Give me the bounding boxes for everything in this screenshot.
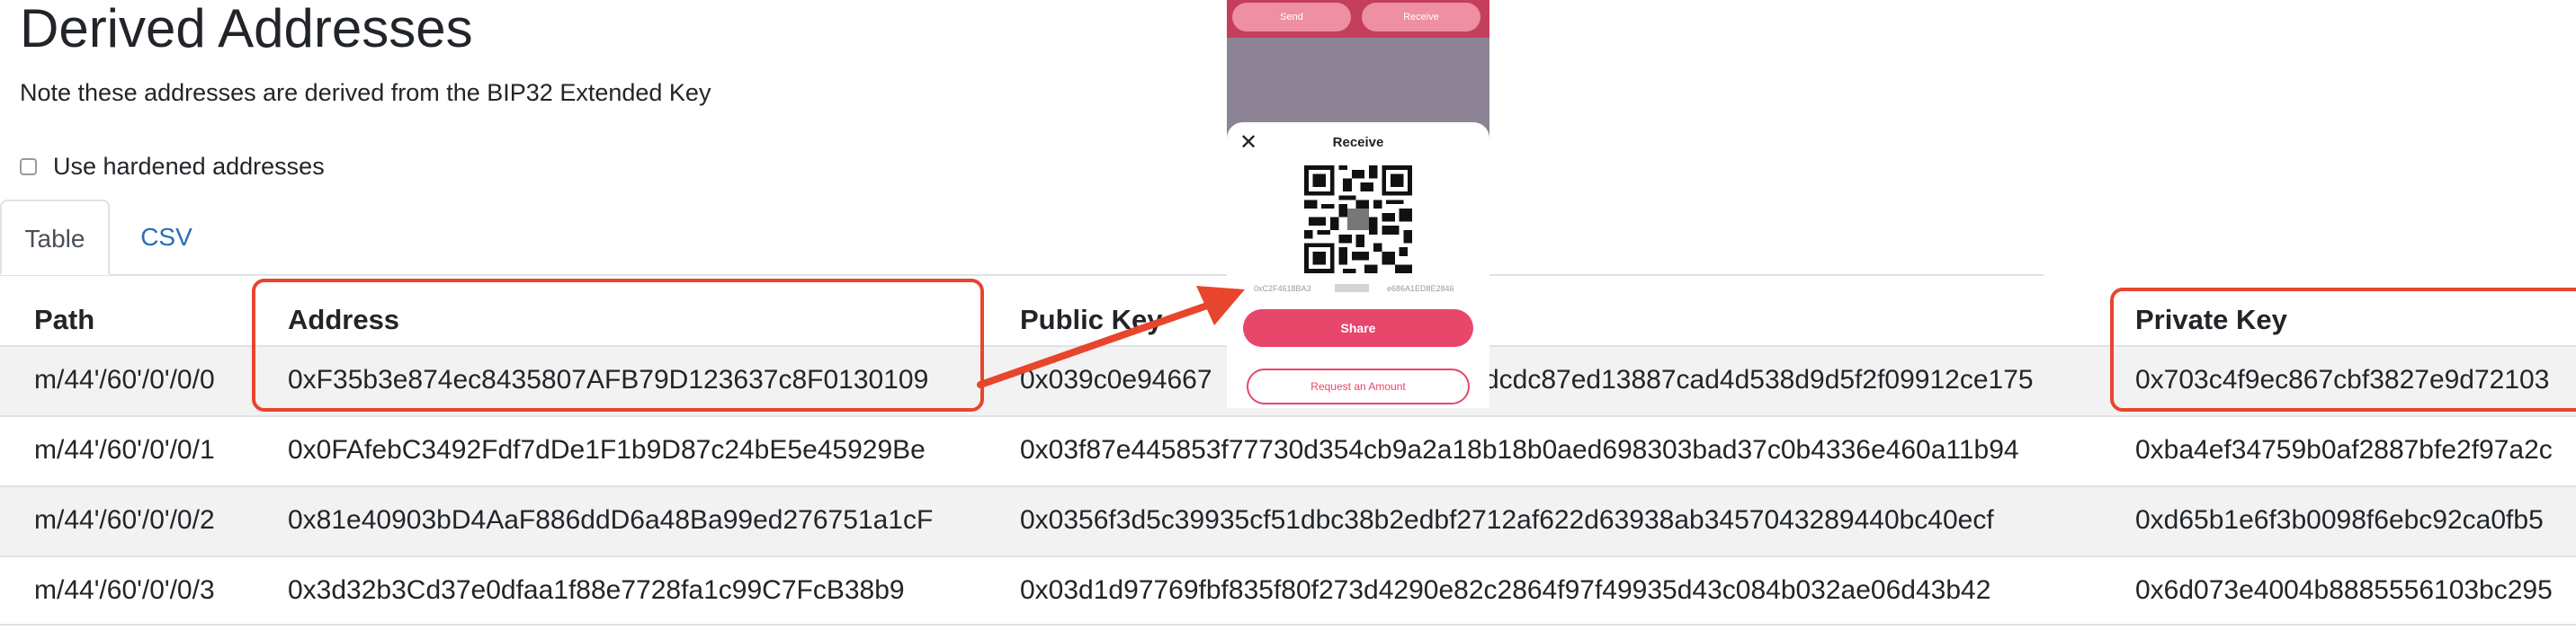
tabs-divider — [0, 274, 2044, 276]
public-key-cell: 0x03d1d97769fbf835f80f273d4290e82c2864f9… — [1020, 575, 1991, 605]
receive-tab-button[interactable]: Receive — [1362, 3, 1480, 31]
path-cell: m/44'/60'/0'/0/3 — [34, 575, 215, 605]
table-row: m/44'/60'/0'/0/2 0x81e40903bD4AaF886ddD6… — [0, 485, 2576, 555]
phone-header: Send Receive — [1227, 0, 1489, 38]
hardened-addresses-option[interactable]: Use hardened addresses — [20, 151, 325, 182]
qr-code-icon — [1304, 165, 1412, 273]
private-key-column-highlight — [2110, 288, 2576, 412]
phone-screenshot: Send Receive ✕ Receive 0xC2F4618BA3 e686… — [1227, 0, 1489, 408]
address-cell: 0x3d32b3Cd37e0dfaa1f88e7728fa1c99C7FcB38… — [288, 575, 905, 605]
path-cell: m/44'/60'/0'/0/0 — [34, 365, 215, 395]
page-title: Derived Addresses — [20, 0, 473, 58]
receive-address-end: e686A1ED8E2846 — [1387, 284, 1454, 293]
hardened-checkbox[interactable] — [20, 157, 37, 175]
public-key-cell: 0x0356f3d5c39935cf51dbc38b2edbf2712af622… — [1020, 505, 1994, 535]
tab-csv[interactable]: CSV — [126, 200, 207, 275]
address-column-highlight — [252, 279, 984, 412]
receive-address-start: 0xC2F4618BA3 — [1254, 284, 1311, 293]
private-key-cell: 0xba4ef34759b0af2887bfe2f97a2c — [2135, 435, 2553, 465]
private-key-cell: 0xd65b1e6f3b0098f6ebc92ca0fb5 — [2135, 505, 2544, 535]
path-cell: m/44'/60'/0'/0/1 — [34, 435, 215, 465]
address-cell: 0x81e40903bD4AaF886ddD6a48Ba99ed276751a1… — [288, 505, 934, 535]
share-button[interactable]: Share — [1243, 309, 1473, 347]
send-button[interactable]: Send — [1232, 3, 1351, 31]
receive-sheet-title: Receive — [1332, 135, 1384, 150]
path-cell: m/44'/60'/0'/0/2 — [34, 505, 215, 535]
private-key-cell: 0x6d073e4004b8885556103bc295 — [2135, 575, 2553, 605]
column-header-path: Path — [34, 304, 95, 335]
address-cell: 0x0FAfebC3492Fdf7dDe1F1b9D87c24bE5e45929… — [288, 435, 926, 465]
table-row: m/44'/60'/0'/0/1 0x0FAfebC3492Fdf7dDe1F1… — [0, 415, 2576, 485]
public-key-cell-tail: dcdc87ed13887cad4d538d9d5f2f09912ce175 — [1484, 365, 2034, 395]
hardened-label: Use hardened addresses — [53, 153, 325, 180]
request-amount-button[interactable]: Request an Amount — [1247, 369, 1470, 404]
public-key-cell: 0x039c0e94667 — [1020, 365, 1212, 395]
public-key-cell: 0x03f87e445853f77730d354cb9a2a18b18b0aed… — [1020, 435, 2019, 465]
page-note: Note these addresses are derived from th… — [20, 79, 711, 106]
redacted-address-block — [1335, 284, 1369, 292]
column-header-public-key: Public Key — [1020, 304, 1163, 335]
tab-table[interactable]: Table — [0, 200, 110, 275]
table-row: m/44'/60'/0'/0/3 0x3d32b3Cd37e0dfaa1f88e… — [0, 555, 2576, 626]
receive-sheet: ✕ Receive 0xC2F4618BA3 e686A1ED8E2846 Sh… — [1227, 122, 1489, 408]
